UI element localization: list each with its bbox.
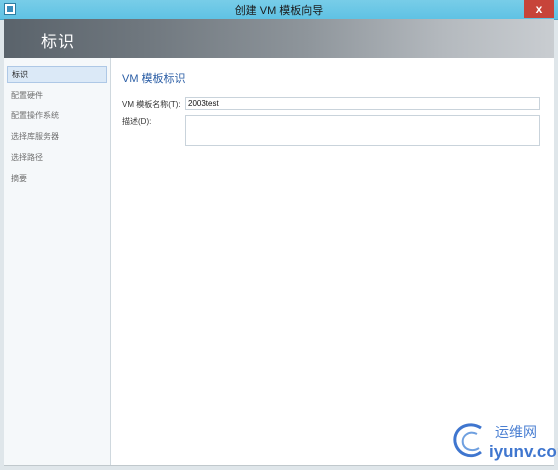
sidebar-item-os[interactable]: 配置操作系统 xyxy=(7,107,107,124)
description-label: 描述(D): xyxy=(122,117,152,126)
close-icon: x xyxy=(535,2,543,16)
window-title: 创建 VM 模板向导 xyxy=(234,5,324,17)
sidebar-item-path[interactable]: 选择路径 xyxy=(7,149,107,166)
watermark-text-top: 运维网 xyxy=(495,424,537,440)
sidebar-item-hardware[interactable]: 配置硬件 xyxy=(7,87,107,104)
template-name-label: VM 模板名称(T): xyxy=(122,100,181,109)
watermark-text-bottom: iyunv.com xyxy=(489,442,558,461)
page-title: 标识 xyxy=(41,34,76,51)
title-bar[interactable]: 创建 VM 模板向导 x xyxy=(0,0,558,20)
sidebar-item-library-server[interactable]: 选择库服务器 xyxy=(7,128,107,145)
wizard-sidebar: 标识 配置硬件 配置操作系统 选择库服务器 选择路径 摘要 xyxy=(4,58,111,465)
wizard-content: 标识 配置硬件 配置操作系统 选择库服务器 选择路径 摘要 VM 模板标识 VM… xyxy=(4,58,554,466)
main-panel: VM 模板标识 VM 模板名称(T): 2003test 描述(D): xyxy=(111,58,554,465)
template-name-input[interactable]: 2003test xyxy=(185,97,540,110)
watermark-logo: 运维网 iyunv.com xyxy=(447,420,558,464)
header-banner: 标识 xyxy=(4,19,554,58)
swirl-logo-icon xyxy=(453,423,482,458)
section-title: VM 模板标识 xyxy=(122,73,186,85)
wizard-window: 创建 VM 模板向导 x 标识 标识 配置硬件 配置操作系统 选择库服务器 选择… xyxy=(0,0,558,470)
close-button[interactable]: x xyxy=(524,0,554,18)
sidebar-item-summary[interactable]: 摘要 xyxy=(7,170,107,187)
sidebar-item-identity[interactable]: 标识 xyxy=(7,66,107,83)
description-textarea[interactable] xyxy=(185,115,540,146)
